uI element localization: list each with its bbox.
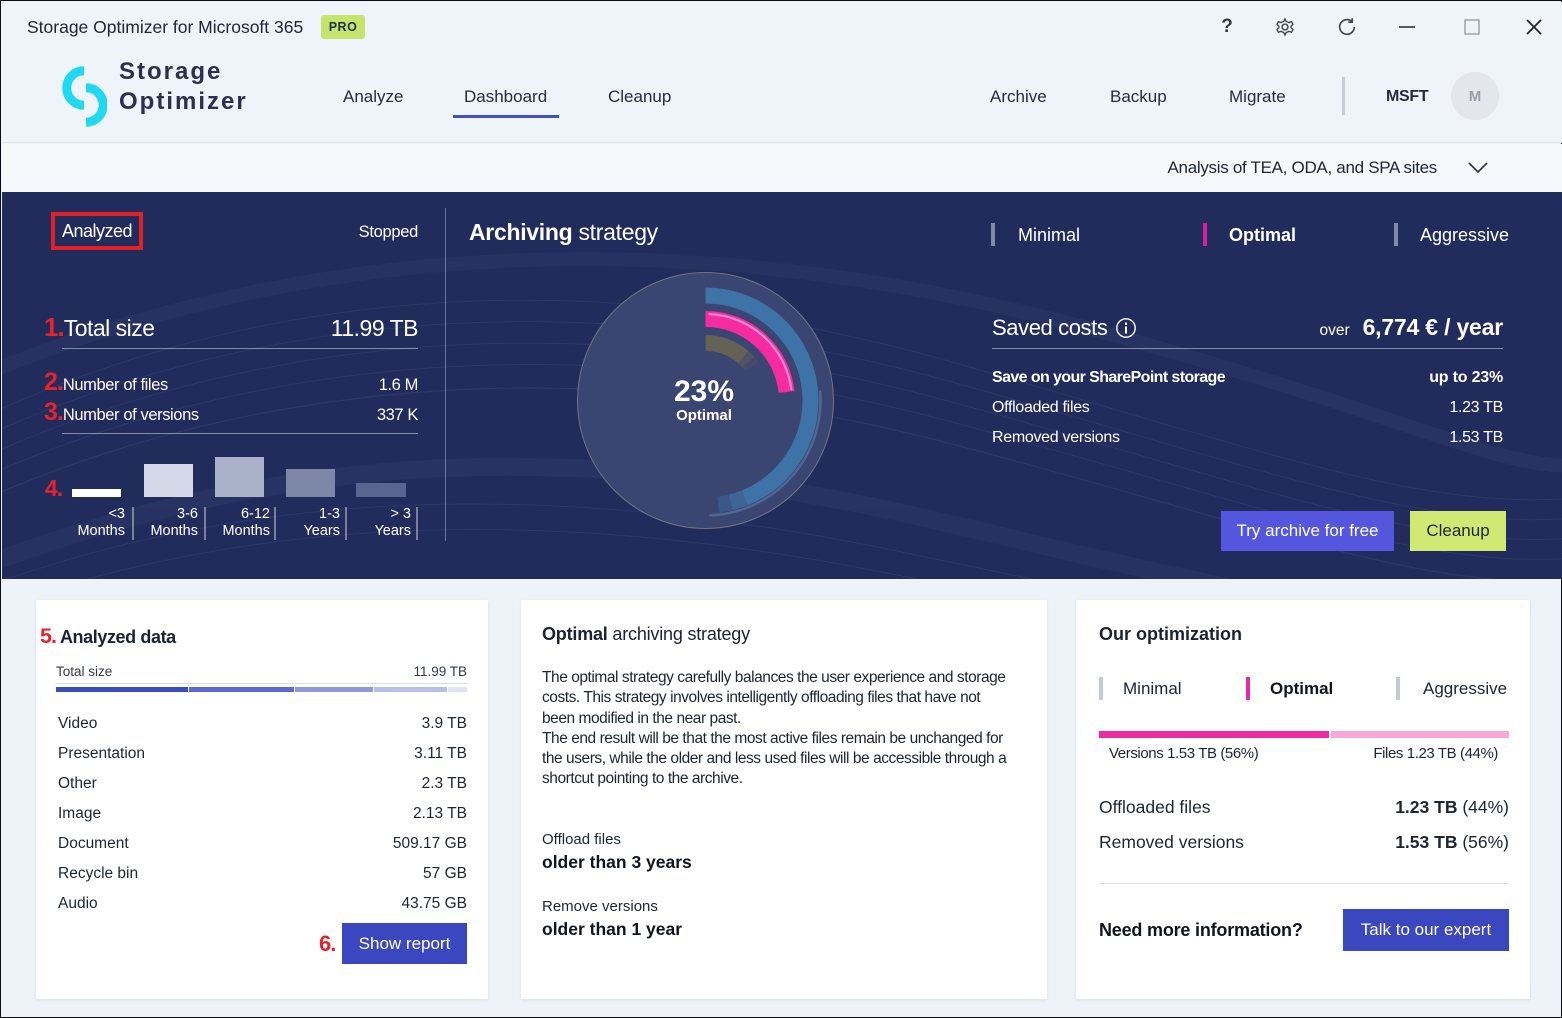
svg-text:Optimal: Optimal (676, 407, 732, 424)
svg-text:23%: 23% (674, 375, 734, 408)
